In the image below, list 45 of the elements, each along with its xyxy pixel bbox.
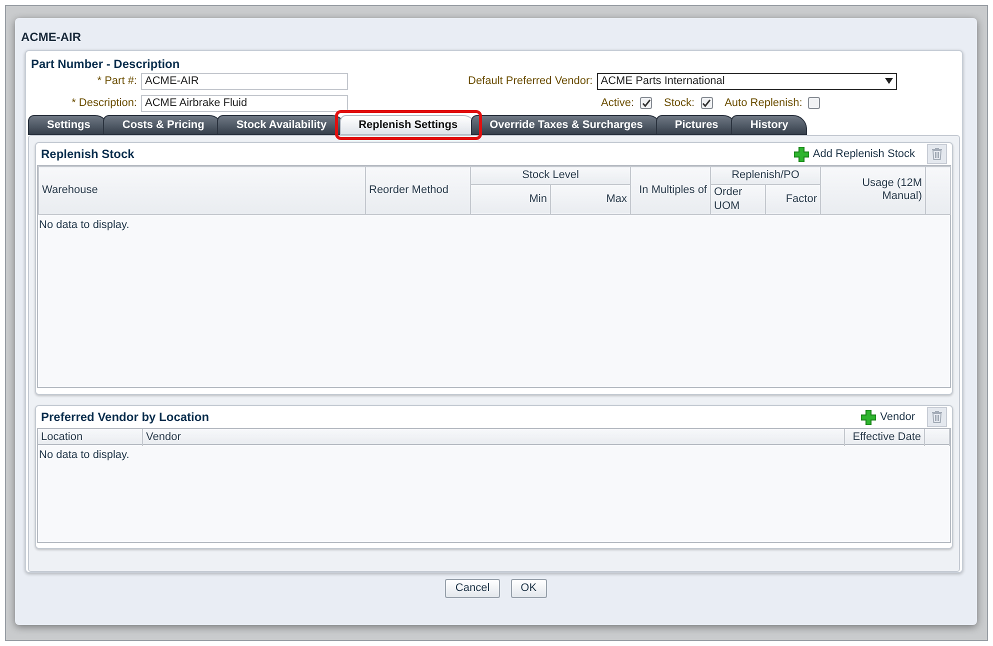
section-title: Replenish Stock [41, 146, 134, 163]
dropdown-arrow-icon [884, 78, 893, 84]
checkbox-label: Stock: [664, 96, 695, 111]
text-field[interactable]: ACME-AIR [141, 72, 348, 90]
column-header: Usage (12M Manual) [820, 166, 926, 214]
empty-message: No data to display. [38, 218, 130, 232]
column-header: Order UOM [710, 184, 766, 214]
add-vendor-button[interactable]: Vendor [861, 408, 915, 426]
add-icon [794, 146, 809, 162]
dialog-button[interactable]: Cancel [445, 579, 500, 598]
checkbox-label: Active: [601, 96, 634, 111]
delete-button[interactable] [927, 407, 947, 427]
column-header: Effective Date [845, 429, 925, 446]
column-header: Min [470, 184, 550, 214]
column-header: Stock Level [470, 166, 630, 184]
column-header: Reorder Method [366, 166, 470, 214]
checkbox[interactable] [700, 97, 713, 109]
add-icon [861, 410, 876, 424]
trash-icon [932, 411, 942, 423]
empty-message: No data to display. [38, 448, 130, 463]
column-header: Location [38, 429, 143, 446]
checkbox-label: Auto Replenish: [724, 96, 802, 111]
delete-button[interactable] [927, 144, 947, 164]
checkbox[interactable] [808, 97, 820, 109]
column-header: Warehouse [38, 166, 366, 214]
tab[interactable]: History [731, 115, 808, 135]
trash-icon [932, 148, 942, 160]
field-label: * Part #: [96, 74, 138, 89]
column-header: In Multiples of [630, 166, 710, 214]
field-label: * Description: [70, 96, 138, 111]
check-icon [702, 98, 712, 108]
column-header: Vendor [143, 429, 845, 446]
section-title: Preferred Vendor by Location [41, 409, 210, 426]
check-icon [642, 98, 651, 108]
dialog-title: ACME-AIR [21, 29, 82, 46]
add-replenish-stock-button[interactable]: Add Replenish Stock [794, 146, 915, 162]
text-field[interactable]: ACME Airbrake Fluid [141, 94, 348, 112]
column-header: Replenish/PO [710, 166, 820, 184]
dialog-button[interactable]: OK [510, 579, 547, 598]
panel-title: Part Number - Description [30, 56, 181, 71]
column-header: Factor [766, 184, 820, 214]
field-label: Default Preferred Vendor: [468, 74, 593, 89]
checkbox[interactable] [640, 97, 652, 109]
vendor-dropdown[interactable]: ACME Parts International [596, 72, 897, 90]
column-header: Max [550, 184, 630, 214]
